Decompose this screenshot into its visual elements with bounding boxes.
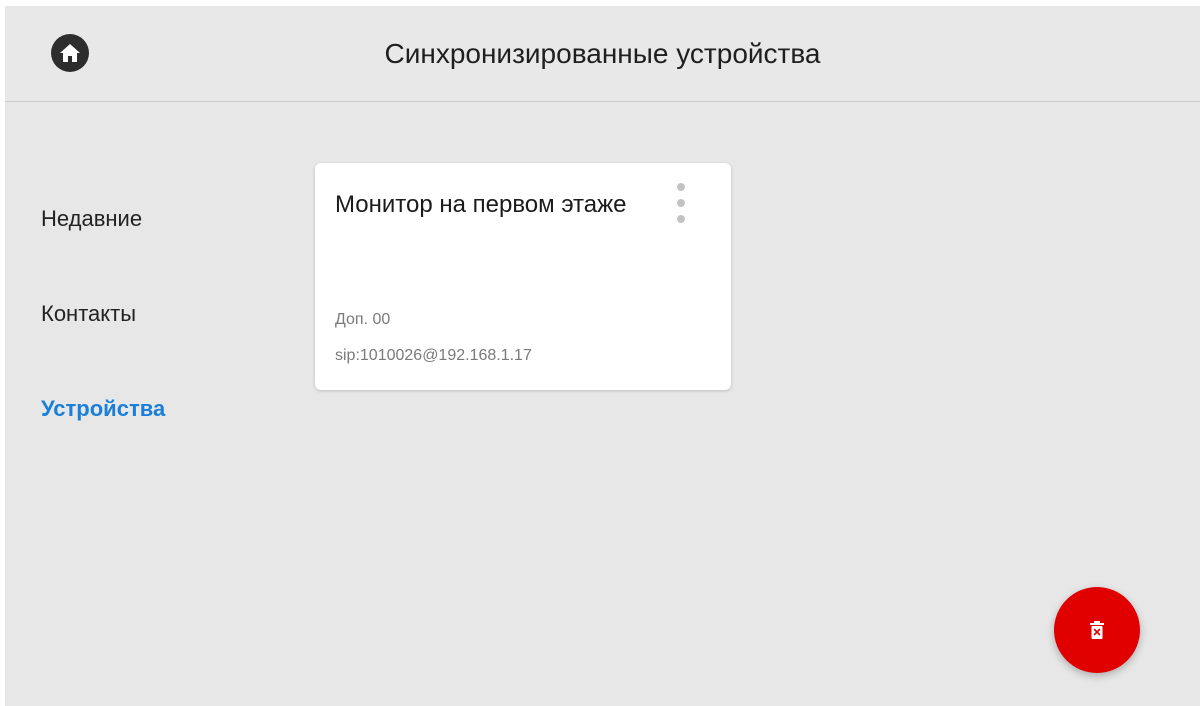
device-name: Монитор на первом этаже xyxy=(335,191,627,218)
sidebar-item-label: Контакты xyxy=(41,301,137,326)
delete-icon xyxy=(1090,621,1104,639)
header-bar: Синхронизированные устройства xyxy=(5,6,1200,102)
menu-dot xyxy=(677,215,685,223)
more-vert-icon[interactable] xyxy=(671,179,691,227)
menu-dot xyxy=(677,199,685,207)
sidebar-item-recent[interactable]: Недавние xyxy=(41,206,261,234)
home-button[interactable] xyxy=(51,34,89,72)
sidebar-item-contacts[interactable]: Контакты xyxy=(41,301,261,329)
sidebar-item-label: Устройства xyxy=(41,396,166,421)
device-extension: Доп. 00 xyxy=(335,311,391,328)
home-icon xyxy=(60,44,80,62)
sidebar: Недавние Контакты Устройства xyxy=(41,206,261,491)
menu-dot xyxy=(677,183,685,191)
app-screen: Синхронизированные устройства Недавние К… xyxy=(5,6,1200,706)
sidebar-item-devices[interactable]: Устройства xyxy=(41,396,261,424)
device-card[interactable]: Монитор на первом этаже Доп. 00 sip:1010… xyxy=(315,163,731,390)
sidebar-item-label: Недавние xyxy=(41,206,143,231)
device-sip-address: sip:1010026@192.168.1.17 xyxy=(335,347,532,364)
page-title: Синхронизированные устройства xyxy=(384,38,821,69)
delete-button[interactable] xyxy=(1054,587,1140,673)
